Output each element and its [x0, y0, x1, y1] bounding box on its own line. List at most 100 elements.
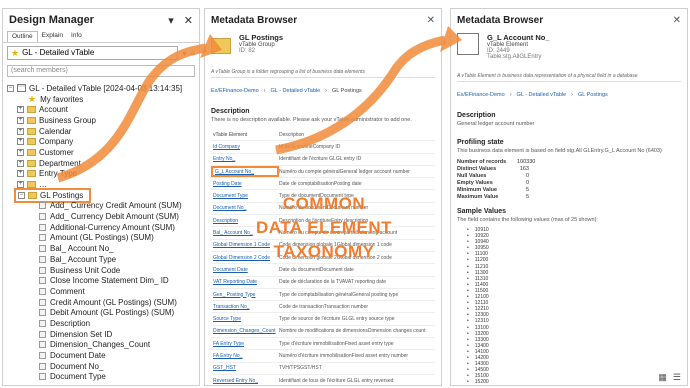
tree-field[interactable]: Comment: [7, 286, 199, 297]
elements-table-row[interactable]: Dimension_Changes_Count Nombre de modific…: [211, 326, 435, 339]
tree-root[interactable]: − GL - Detailed vTable [2024-04-03 13:14…: [7, 83, 199, 94]
field-icon: [39, 245, 46, 253]
tree-field[interactable]: Additional-Currency Amount (SUM): [7, 222, 199, 233]
breadcrumb-item[interactable]: GL Postings: [578, 92, 608, 98]
breadcrumb-item[interactable]: GL - Detailed vTable: [271, 88, 321, 94]
folder-icon: [27, 116, 36, 124]
expand-icon[interactable]: +: [17, 148, 24, 156]
element-link[interactable]: Posting Date: [211, 181, 279, 187]
tree-folder-label: Company: [39, 137, 74, 147]
tree-field[interactable]: Debit Amount (GL Postings) (SUM): [7, 307, 199, 318]
element-link[interactable]: Gen_ Posting Type: [211, 292, 279, 298]
collapse-icon[interactable]: −: [7, 84, 14, 92]
tab-explain[interactable]: Explain: [38, 31, 67, 42]
elements-table-row[interactable]: Gen_ Posting Type Type de comptabilisatio…: [211, 289, 435, 302]
element-header: G_L Account No_ vTable Element ID: 2449 …: [457, 33, 681, 61]
element-link[interactable]: FA Entry No_: [211, 353, 279, 359]
profile-stat-label: Distinct Values: [457, 165, 497, 172]
tree-field[interactable]: Close Income Statement Dim_ ID: [7, 275, 199, 286]
tree-field[interactable]: Document No_: [7, 361, 199, 372]
tree-field[interactable]: Dimension Set ID: [7, 329, 199, 340]
element-link[interactable]: GST_HST: [211, 365, 279, 371]
tree-folder-label: Customer: [39, 147, 74, 157]
tab-outline[interactable]: Outline: [7, 31, 38, 42]
breadcrumb-item[interactable]: Ex/EFinance-Demo: [211, 88, 259, 94]
tree-folder[interactable]: + Entry Type: [7, 169, 199, 180]
element-link[interactable]: VAT Reporting Date: [211, 279, 279, 285]
element-link[interactable]: Source Type: [211, 316, 279, 322]
tree-folder[interactable]: + Department: [7, 158, 199, 169]
tree-field[interactable]: Credit Amount (GL Postings) (SUM): [7, 297, 199, 308]
pin-icon[interactable]: ▾: [168, 14, 174, 27]
tree-folder[interactable]: + Account: [7, 104, 199, 115]
breadcrumb-item[interactable]: Ex/EFinance-Demo: [457, 92, 505, 98]
profile-stat-label: Number of records: [457, 158, 507, 165]
element-name: G_L Account No_: [487, 33, 550, 42]
expand-icon[interactable]: +: [17, 106, 24, 114]
tree-folder-label: Department: [39, 158, 81, 168]
elements-table-row[interactable]: VAT Reporting Date Date de déclaration de…: [211, 277, 435, 289]
description-text: There is no description available. Pleas…: [211, 117, 412, 123]
elements-table-row[interactable]: Transaction No_ Code de transactionTransa…: [211, 301, 435, 314]
profile-stat-row: Minimum Value 5: [457, 186, 681, 193]
elements-table-row[interactable]: FA Entry No_ Numéro d'écriture immobilisa…: [211, 350, 435, 363]
expand-icon[interactable]: +: [17, 170, 24, 178]
collapse-icon[interactable]: −: [18, 191, 25, 199]
element-link[interactable]: Id Company: [211, 144, 279, 150]
element-link[interactable]: Document Date: [211, 267, 279, 273]
close-icon[interactable]: ✕: [184, 14, 193, 27]
expand-icon[interactable]: +: [17, 127, 24, 135]
dropdown-icon[interactable]: ▾: [182, 49, 186, 58]
tree-field[interactable]: Dimension_Changes_Count: [7, 340, 199, 351]
tree-field[interactable]: Amount (GL Postings) (SUM): [7, 233, 199, 244]
expand-icon[interactable]: +: [17, 116, 24, 124]
menu-icon[interactable]: ≡: [190, 49, 195, 58]
tree-favorites[interactable]: ★ My favorites: [7, 94, 199, 105]
tree-field[interactable]: Description: [7, 318, 199, 329]
tree-folder[interactable]: + Business Group: [7, 115, 199, 126]
list-view-icon[interactable]: ☰: [673, 372, 681, 383]
breadcrumb-item[interactable]: GL - Detailed vTable: [517, 92, 567, 98]
tree-field[interactable]: Document Date: [7, 350, 199, 361]
expand-icon[interactable]: +: [17, 138, 24, 146]
close-icon[interactable]: ✕: [673, 15, 681, 26]
field-icon: [39, 287, 46, 295]
elements-table-row[interactable]: FA Entry Type Type d'écriture immobilisat…: [211, 338, 435, 351]
elements-table-row[interactable]: Posting Date Date de comptabilisationPost…: [211, 178, 435, 191]
tree-folder-label: GL Postings: [40, 190, 84, 200]
tree-field[interactable]: Document Type: [7, 372, 199, 383]
search-members-input[interactable]: (search members): [7, 65, 195, 77]
tree-field[interactable]: Bal_ Account No_: [7, 243, 199, 254]
expand-icon[interactable]: +: [17, 159, 24, 167]
element-link[interactable]: Dimension_Changes_Count: [211, 328, 279, 334]
tree-folder[interactable]: + Calendar: [7, 126, 199, 137]
elements-table-row[interactable]: Id Company Id de la sociétéCompany ID: [211, 141, 435, 154]
element-link[interactable]: Transaction No_: [211, 304, 279, 310]
element-link[interactable]: G_L Account No_: [211, 166, 279, 178]
tree-field[interactable]: Business Unit Code: [7, 265, 199, 276]
folder-icon: [27, 159, 36, 167]
grid-view-icon[interactable]: ▦: [658, 372, 667, 383]
element-link[interactable]: Entry No_: [211, 156, 279, 162]
tree-folder[interactable]: + Customer: [7, 147, 199, 158]
elements-table-row[interactable]: Entry No_ Identifiant de l'écriture GLGL …: [211, 154, 435, 166]
elements-table-row[interactable]: Reversed Entry No_ Identifiant de tous de…: [211, 375, 435, 385]
elements-table-row[interactable]: GST_HST TVH/TPSGST/HST: [211, 363, 435, 375]
vtable-selector[interactable]: ★ GL - Detailed vTable: [7, 46, 179, 60]
metadata-browser-titlebar: Metadata Browser ✕: [205, 9, 441, 31]
element-link[interactable]: FA Entry Type: [211, 341, 279, 347]
elements-table-row[interactable]: Source Type Type de source de l'écriture …: [211, 313, 435, 326]
element-link[interactable]: Reversed Entry No_: [211, 378, 279, 384]
tree-folder[interactable]: − GL Postings: [7, 187, 199, 203]
sample-values-heading: Sample Values: [457, 208, 507, 215]
tree-folder[interactable]: + Company: [7, 136, 199, 147]
elements-table-row[interactable]: Document Date Date du documentDocument da…: [211, 264, 435, 277]
elements-table-row[interactable]: G_L Account No_ Numéro du compte généralG…: [211, 166, 435, 179]
close-icon[interactable]: ✕: [427, 15, 435, 26]
element-description: Numéro du compte généralGeneral ledger a…: [279, 168, 410, 175]
field-icon: [39, 341, 46, 349]
tree-field[interactable]: Add_ Currency Debit Amount (SUM): [7, 211, 199, 222]
tab-info[interactable]: Info: [67, 31, 86, 42]
tree-field[interactable]: Bal_ Account Type: [7, 254, 199, 265]
design-manager-title: Design Manager: [9, 14, 94, 26]
